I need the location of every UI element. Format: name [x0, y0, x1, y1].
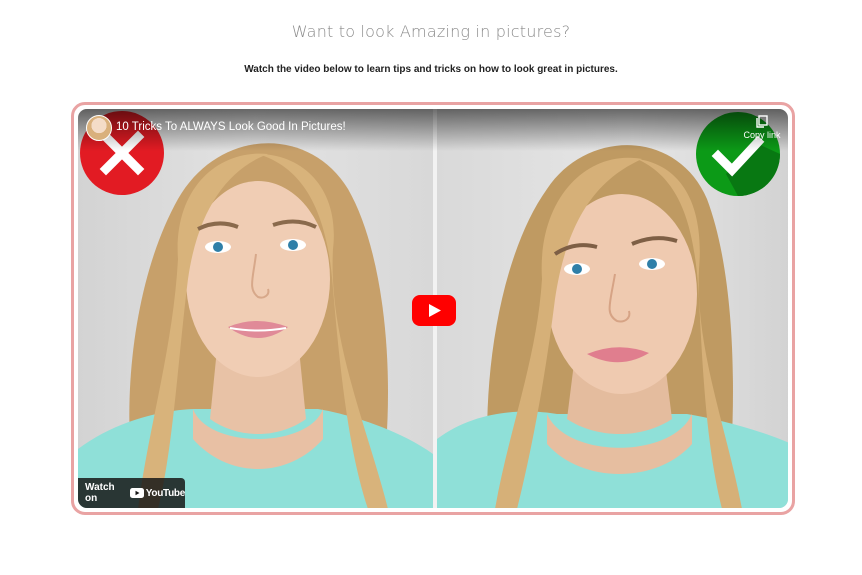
copy-link-label: Copy link: [743, 130, 781, 140]
video-thumbnail-right: [437, 109, 788, 508]
video-title[interactable]: 10 Tricks To ALWAYS Look Good In Picture…: [116, 121, 346, 133]
copy-link-button[interactable]: Copy link: [740, 115, 784, 140]
page: Want to look Amazing in pictures? Watch …: [0, 0, 862, 575]
play-button[interactable]: [412, 295, 456, 326]
youtube-wordmark: YouTube: [145, 487, 186, 499]
video-player[interactable]: 10 Tricks To ALWAYS Look Good In Picture…: [78, 109, 788, 508]
page-headline: Want to look Amazing in pictures?: [291, 22, 571, 41]
youtube-logo: YouTube: [129, 487, 186, 499]
video-embed-frame: 10 Tricks To ALWAYS Look Good In Picture…: [71, 102, 795, 515]
youtube-icon: [129, 488, 144, 498]
watch-on-label: Watch on: [85, 482, 115, 504]
video-title-bar: 10 Tricks To ALWAYS Look Good In Picture…: [78, 109, 788, 151]
video-thumbnail-left: [78, 109, 433, 508]
watch-on-youtube-button[interactable]: Watch on YouTube: [78, 478, 185, 508]
copy-icon: [756, 115, 768, 128]
channel-avatar[interactable]: [86, 115, 112, 141]
page-subheading: Watch the video below to learn tips and …: [244, 64, 618, 75]
